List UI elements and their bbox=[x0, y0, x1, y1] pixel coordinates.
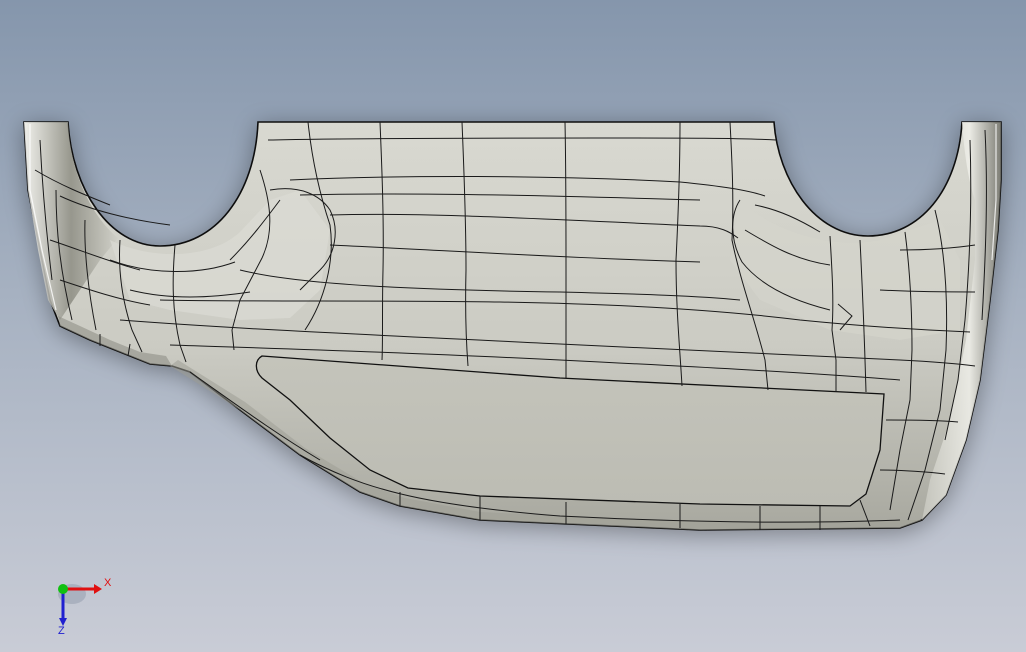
axis-triad: X Z bbox=[50, 572, 120, 637]
z-axis-label: Z bbox=[58, 625, 65, 634]
x-axis-label: X bbox=[104, 577, 112, 589]
3d-part-model[interactable] bbox=[0, 0, 1026, 652]
graphics-viewport[interactable]: X Z bbox=[0, 0, 1026, 652]
x-axis-arrow bbox=[94, 584, 102, 594]
y-axis-dot bbox=[58, 584, 68, 594]
